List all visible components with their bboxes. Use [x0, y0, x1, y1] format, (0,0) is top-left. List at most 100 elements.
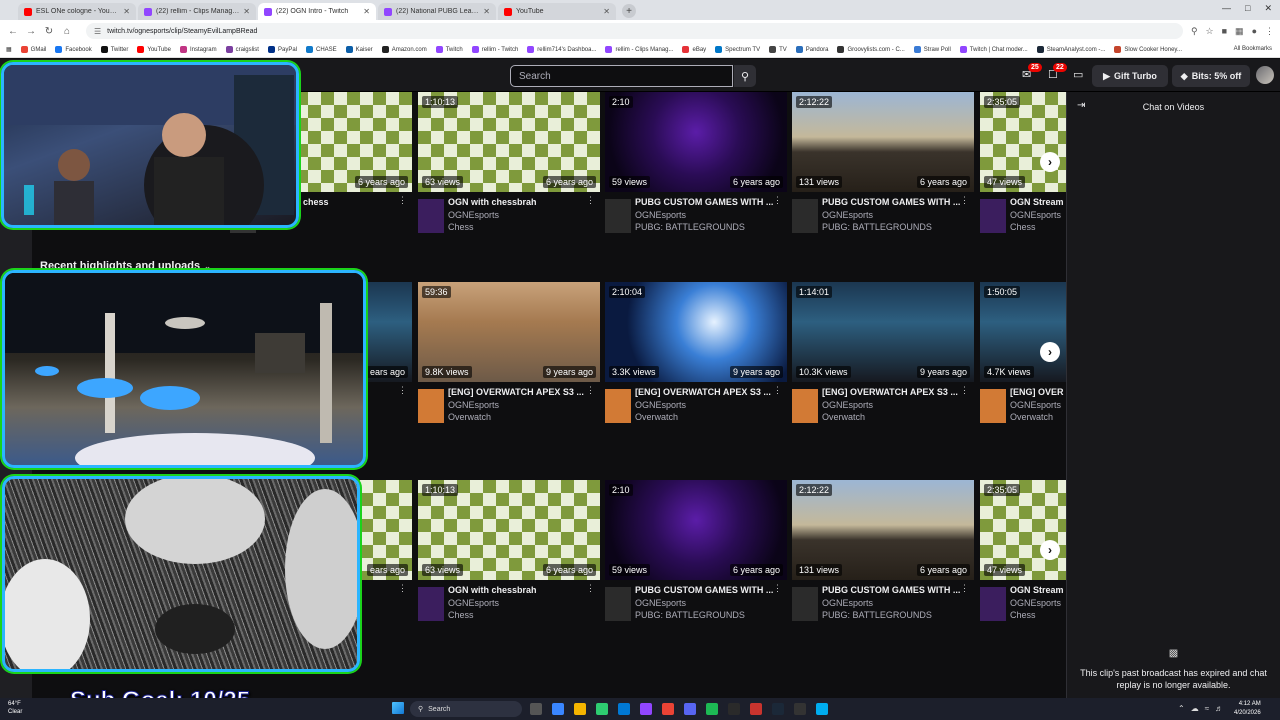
video-category[interactable]: PUBG: BATTLEGROUNDS	[635, 610, 745, 620]
category-boxart[interactable]	[792, 199, 818, 233]
extension-icon[interactable]: ■	[1222, 26, 1227, 37]
bookmark-item[interactable]: YouTube	[137, 46, 171, 53]
video-category[interactable]: Overwatch	[822, 412, 865, 422]
minimize-icon[interactable]: —	[1222, 3, 1231, 14]
bookmark-item[interactable]: CHASE	[306, 46, 337, 53]
apps-icon[interactable]: ▦	[6, 46, 12, 53]
video-channel[interactable]: OGNEsports	[822, 400, 873, 410]
zoom-icon[interactable]: ⚲	[1191, 26, 1198, 37]
forward-icon[interactable]: →	[24, 26, 38, 37]
video-channel[interactable]: OGNEsports	[1010, 210, 1061, 220]
spotify-icon[interactable]	[706, 703, 718, 715]
video-channel[interactable]: OGNEsports	[822, 210, 873, 220]
profile-icon[interactable]: ●	[1252, 26, 1257, 37]
category-boxart[interactable]	[980, 199, 1006, 233]
bits-button[interactable]: ◆ Bits: 5% off	[1172, 65, 1250, 87]
url-field[interactable]: ☰ twitch.tv/ognesports/clip/SteamyEvilLa…	[86, 23, 1183, 39]
new-tab-button[interactable]: +	[622, 4, 636, 18]
category-boxart[interactable]	[418, 587, 444, 621]
widgets-icon[interactable]	[552, 703, 564, 715]
video-channel[interactable]: OGNEsports	[1010, 400, 1061, 410]
bookmark-item[interactable]: SteamAnalyst.com -...	[1036, 46, 1105, 53]
video-channel[interactable]: OGNEsports	[635, 400, 686, 410]
browser-tab[interactable]: (22) rellim - Clips Manager - Tw✕	[138, 3, 256, 20]
app-icon[interactable]	[794, 703, 806, 715]
video-channel[interactable]: OGNEsports	[448, 400, 499, 410]
more-options-icon[interactable]: ⋮	[586, 195, 595, 206]
cloud-icon[interactable]: ☁	[1191, 704, 1199, 713]
bookmark-item[interactable]: Instagram	[179, 46, 217, 53]
video-thumbnail[interactable]: 1:10:13 63 views 6 years ago	[418, 480, 600, 580]
browser-tab[interactable]: YouTube ✕	[498, 3, 616, 20]
edge-icon[interactable]	[618, 703, 630, 715]
bookmark-item[interactable]: Pandora	[795, 46, 828, 53]
category-boxart[interactable]	[605, 199, 631, 233]
video-category[interactable]: Overwatch	[1010, 412, 1053, 422]
bookmark-item[interactable]: craigslist	[225, 46, 259, 53]
video-thumbnail[interactable]: 2:10 59 views 6 years ago	[605, 480, 787, 580]
video-title[interactable]: [ENG] OVERWATCH APEX S3 ...	[822, 387, 962, 397]
category-boxart[interactable]	[605, 389, 631, 423]
more-options-icon[interactable]: ⋮	[398, 385, 407, 396]
obs-icon[interactable]	[728, 703, 740, 715]
browser-tab[interactable]: (22) OGN Intro - Twitch ✕	[258, 3, 376, 20]
more-options-icon[interactable]: ⋮	[960, 385, 969, 396]
category-boxart[interactable]	[605, 587, 631, 621]
video-title[interactable]: PUBG CUSTOM GAMES WITH ...	[822, 585, 962, 595]
carousel-next-button[interactable]: ›	[1040, 152, 1060, 172]
gift-turbo-button[interactable]: ▶ Gift Turbo	[1092, 65, 1168, 87]
clock[interactable]: 4:12 AM 4/20/2026	[1234, 700, 1261, 718]
more-options-icon[interactable]: ⋮	[773, 583, 782, 594]
more-options-icon[interactable]: ⋮	[586, 583, 595, 594]
bookmark-item[interactable]: GMail	[20, 46, 46, 53]
bookmark-item[interactable]: Slow Cooker Honey...	[1114, 46, 1182, 53]
video-category[interactable]: PUBG: BATTLEGROUNDS	[822, 610, 932, 620]
tab-close-icon[interactable]: ✕	[603, 7, 610, 16]
video-category[interactable]: Chess	[448, 222, 474, 232]
video-title[interactable]: [ENG] OVERWATCH APEX S3 ...	[635, 387, 775, 397]
tab-close-icon[interactable]: ✕	[243, 7, 250, 16]
video-category[interactable]: PUBG: BATTLEGROUNDS	[635, 222, 745, 232]
bookmark-item[interactable]: Groovylists.com - C...	[837, 46, 905, 53]
back-icon[interactable]: ←	[6, 26, 20, 37]
video-channel[interactable]: OGNEsports	[635, 598, 686, 608]
discord-icon[interactable]	[684, 703, 696, 715]
more-options-icon[interactable]: ⋮	[773, 385, 782, 396]
video-thumbnail[interactable]: 2:10:04 3.3K views 9 years ago	[605, 282, 787, 382]
star-icon[interactable]: ☆	[1206, 26, 1214, 37]
reload-icon[interactable]: ↻	[42, 26, 56, 37]
more-options-icon[interactable]: ⋮	[960, 583, 969, 594]
category-boxart[interactable]	[792, 587, 818, 621]
puzzle-icon[interactable]: ▦	[1235, 26, 1244, 37]
video-thumbnail[interactable]: 1:10:13 63 views 6 years ago	[418, 92, 600, 192]
store-icon[interactable]	[596, 703, 608, 715]
menu-icon[interactable]: ⋮	[1265, 26, 1274, 37]
twitch-icon[interactable]	[640, 703, 652, 715]
video-channel[interactable]: OGNEsports	[448, 598, 499, 608]
bookmark-item[interactable]: PayPal	[267, 46, 297, 53]
video-title[interactable]: PUBG CUSTOM GAMES WITH ...	[635, 585, 775, 595]
chevron-up-icon[interactable]: ⌃	[1178, 704, 1185, 713]
more-options-icon[interactable]: ⋮	[398, 583, 407, 594]
site-info-icon[interactable]: ☰	[94, 27, 101, 36]
video-thumbnail[interactable]: 2:10 59 views 6 years ago	[605, 92, 787, 192]
video-channel[interactable]: OGNEsports	[635, 210, 686, 220]
whispers-icon[interactable]: ▭	[1073, 68, 1083, 81]
more-options-icon[interactable]: ⋮	[773, 195, 782, 206]
category-boxart[interactable]	[418, 389, 444, 423]
video-thumbnail[interactable]: 2:12:22 131 views 6 years ago	[792, 92, 974, 192]
video-title[interactable]: PUBG CUSTOM GAMES WITH ...	[635, 197, 775, 207]
video-channel[interactable]: OGNEsports	[1010, 598, 1061, 608]
chrome-icon[interactable]	[662, 703, 674, 715]
bookmark-item[interactable]: Kaiser	[345, 46, 373, 53]
category-boxart[interactable]	[980, 587, 1006, 621]
carousel-next-button[interactable]: ›	[1040, 540, 1060, 560]
more-options-icon[interactable]: ⋮	[398, 195, 407, 206]
epic-games-icon[interactable]	[750, 703, 762, 715]
more-options-icon[interactable]: ⋮	[960, 195, 969, 206]
bookmark-item[interactable]: Twitch | Chat moder...	[959, 46, 1028, 53]
close-window-icon[interactable]: ✕	[1264, 3, 1272, 14]
tab-close-icon[interactable]: ✕	[123, 7, 130, 16]
video-category[interactable]: Chess	[448, 610, 474, 620]
video-category[interactable]: PUBG: BATTLEGROUNDS	[822, 222, 932, 232]
